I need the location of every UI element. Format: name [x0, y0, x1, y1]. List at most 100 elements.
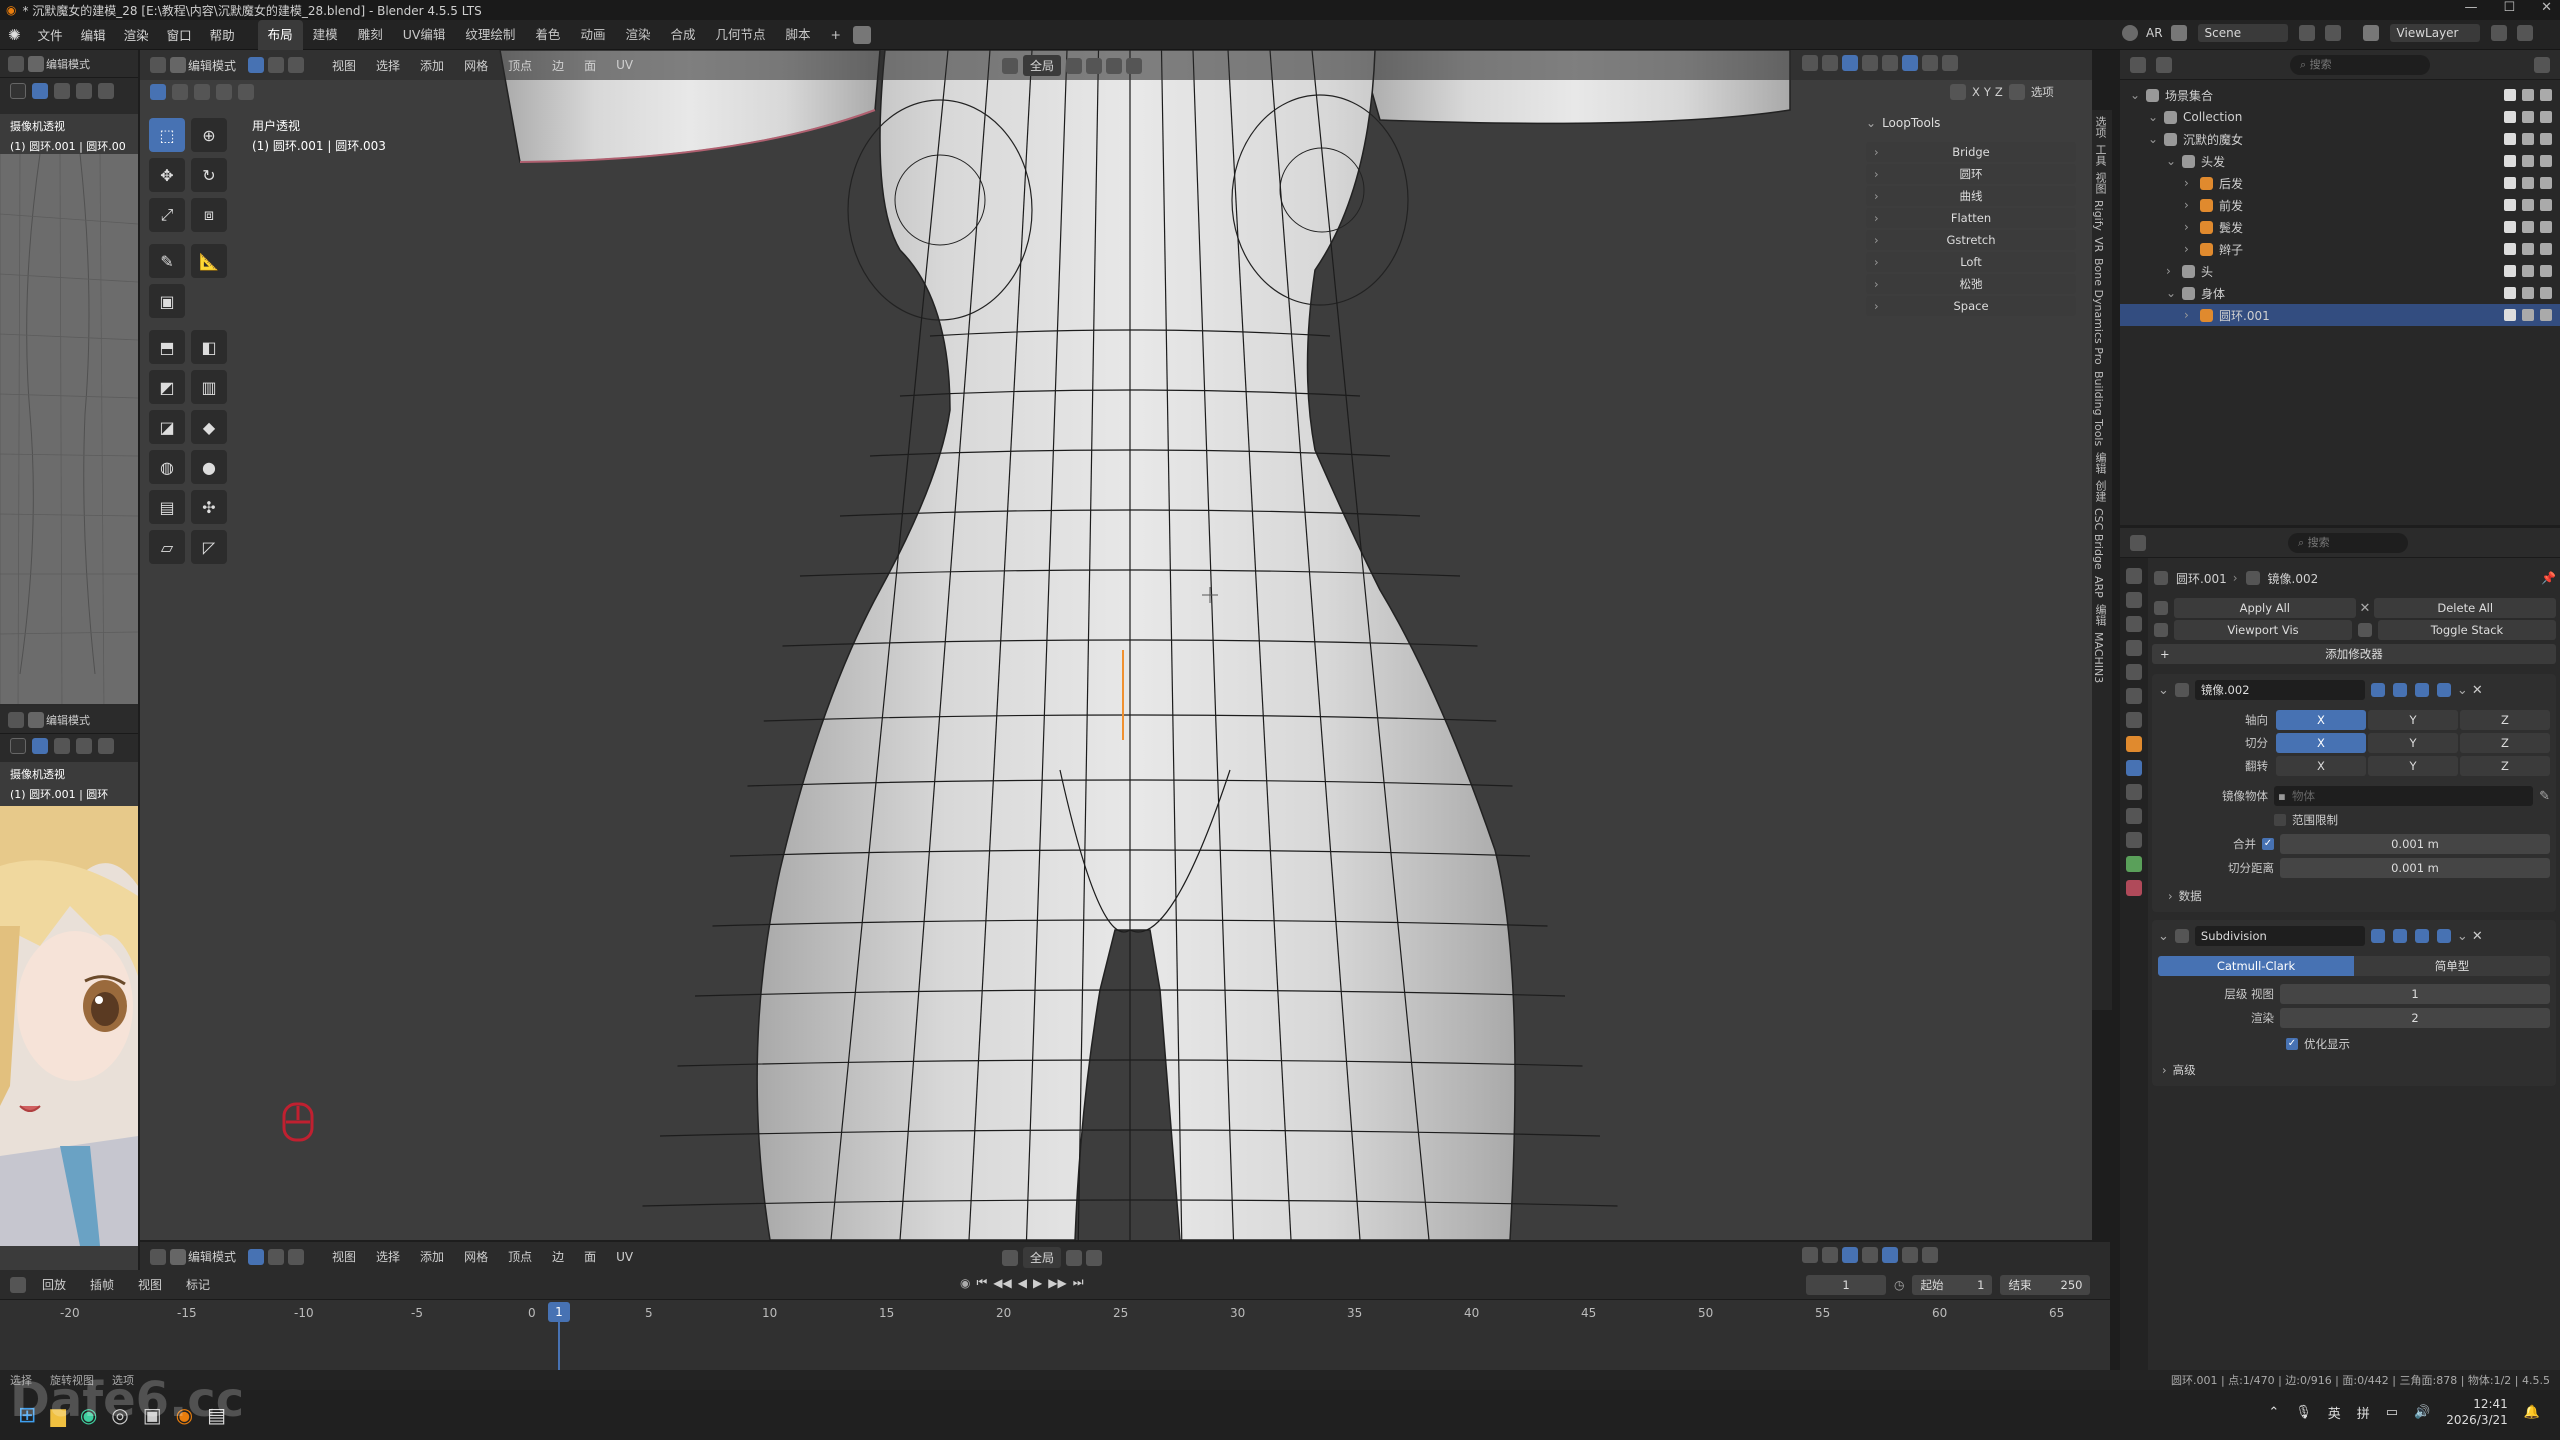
cage-toggle-icon[interactable]	[2392, 683, 2407, 697]
render-camera-icon[interactable]	[2540, 155, 2552, 167]
sidebar-tab-edit[interactable]: 编辑	[2092, 452, 2108, 474]
volume-icon[interactable]: 🔊	[2414, 1405, 2430, 1420]
delete-all-button[interactable]: Delete All	[2374, 598, 2556, 618]
menu-face[interactable]: 面	[574, 57, 606, 74]
menu-render[interactable]: 渲染	[115, 25, 158, 44]
vertex-mode-icon[interactable]	[32, 83, 48, 99]
pin-icon[interactable]: 📌	[2541, 571, 2556, 585]
looptools-space-button[interactable]: › Space	[1866, 296, 2076, 316]
view-layer-tab-icon[interactable]	[2126, 640, 2142, 656]
apply-all-button[interactable]: Apply All	[2174, 598, 2356, 618]
editor-type-icon[interactable]	[150, 1248, 166, 1265]
cursor-tool[interactable]: ⊕	[191, 118, 227, 152]
mirror-axis-y-toggle[interactable]: Y	[2368, 710, 2458, 730]
editor-type-icon[interactable]	[8, 55, 24, 72]
merge-checkbox[interactable]: ✓	[2262, 838, 2274, 850]
menu-view[interactable]: 视图	[322, 1248, 366, 1265]
sidebar-tab-tool[interactable]: 工具	[2092, 144, 2108, 166]
extend-selection-icon[interactable]	[172, 84, 188, 100]
clock-icon[interactable]: ◷	[1894, 1278, 1904, 1292]
visibility-eye-icon[interactable]	[2522, 199, 2534, 211]
overlay-toggle-icon[interactable]	[1802, 55, 1818, 71]
outliner-row[interactable]: › 辫子	[2120, 238, 2560, 260]
move-tool[interactable]: ✥	[149, 158, 185, 192]
menu-mesh[interactable]: 网格	[454, 1248, 498, 1265]
face-select-icon[interactable]	[288, 1248, 305, 1265]
close-icon[interactable]: ✕	[2472, 683, 2483, 698]
looptools-loft-button[interactable]: › Loft	[1866, 252, 2076, 272]
mode-extra-icon[interactable]	[98, 738, 114, 754]
outliner-row[interactable]: ⌄ 沉默的魔女	[2120, 128, 2560, 150]
menu-vertex[interactable]: 顶点	[498, 1248, 542, 1265]
chevron-icon[interactable]: ›	[2184, 308, 2198, 322]
chevron-down-icon[interactable]: ⌄	[2457, 929, 2468, 944]
pivot-icon[interactable]	[1066, 57, 1083, 74]
left-bottom-viewport[interactable]: 摄像机透视 (1) 圆环.001 | 圆环	[0, 762, 138, 1282]
transform-orientation-selector[interactable]: 全局	[1023, 55, 1062, 76]
edit-mode-toggle-icon[interactable]	[2392, 929, 2407, 943]
render-shading-icon[interactable]	[1942, 55, 1958, 71]
render-camera-icon[interactable]	[2540, 89, 2552, 101]
menu-uv[interactable]: UV	[606, 58, 643, 72]
viewport-vis-button[interactable]: Viewport Vis	[2174, 620, 2352, 640]
menu-edit[interactable]: 编辑	[72, 25, 115, 44]
on-cage-toggle-icon[interactable]	[2370, 929, 2385, 943]
mode-extra-icon[interactable]	[98, 83, 114, 99]
exclude-checkbox[interactable]	[2504, 265, 2516, 277]
vertex-mode-icon[interactable]	[32, 738, 48, 754]
mirror-axis-x-toggle[interactable]: X	[2276, 733, 2366, 753]
jump-end-icon[interactable]: ⏭	[1073, 1275, 1084, 1290]
chevron-icon[interactable]: ›	[2184, 220, 2198, 234]
new-scene-icon[interactable]	[2298, 25, 2315, 41]
solid-shading-icon[interactable]	[1882, 1247, 1898, 1263]
display-mode-icon[interactable]	[2156, 56, 2172, 73]
levels-viewport-field[interactable]: 1	[2280, 984, 2550, 1004]
optimal-display-checkbox[interactable]: ✓	[2286, 1038, 2298, 1050]
scene-selector[interactable]: Scene	[2197, 24, 2288, 42]
menu-add[interactable]: 添加	[410, 1248, 454, 1265]
outliner-search-input[interactable]: ⌕ 搜索	[2290, 54, 2430, 75]
menu-file[interactable]: 文件	[29, 25, 72, 44]
tool-tab-icon[interactable]	[2126, 568, 2142, 584]
modifier-tab-icon[interactable]	[2126, 760, 2142, 776]
start-frame-field[interactable]: 起始 1	[1912, 1275, 1993, 1295]
solid-shading-icon[interactable]	[1902, 55, 1918, 71]
chevron-icon[interactable]: ⌄	[2130, 88, 2144, 102]
menu-vertex[interactable]: 顶点	[498, 57, 542, 74]
delete-viewlayer-icon[interactable]	[2516, 25, 2533, 41]
menu-edge[interactable]: 边	[542, 57, 574, 74]
menu-add[interactable]: 添加	[410, 57, 454, 74]
chevron-icon[interactable]: ›	[2184, 242, 2198, 256]
chevron-down-icon[interactable]: ⌄	[2457, 683, 2468, 698]
measure-tool[interactable]: 📐	[191, 244, 227, 278]
ime-mode[interactable]: 拼	[2357, 1403, 2370, 1422]
mirror-axis-x-toggle[interactable]: X	[2276, 756, 2366, 776]
chevron-icon[interactable]: ›	[2184, 198, 2198, 212]
intersect-selection-icon[interactable]	[238, 84, 254, 100]
subdivision-advanced-subpanel[interactable]: › 高级	[2158, 1062, 2550, 1078]
menu-select[interactable]: 选择	[366, 57, 410, 74]
bevel-tool[interactable]: ◩	[149, 370, 185, 404]
add-cube-tool[interactable]: ▣	[149, 284, 185, 318]
select-box-tool[interactable]: ⬚	[149, 118, 185, 152]
workspace-tab-shading[interactable]: 着色	[525, 20, 570, 50]
editor-type-icon[interactable]	[150, 57, 166, 73]
subdivision-modifier-name-field[interactable]: Subdivision	[2194, 926, 2365, 946]
left-bottom-mode[interactable]: 编辑模式	[46, 712, 90, 728]
chevron-down-icon[interactable]: ⌄	[2158, 683, 2169, 698]
editor-type-icon[interactable]	[2130, 56, 2146, 73]
clock[interactable]: 12:41 2026/3/21	[2446, 1396, 2508, 1428]
sidebar-tab-arp[interactable]: ARP	[2092, 576, 2105, 598]
chevron-icon[interactable]: ›	[2166, 264, 2180, 278]
sidebar-tab-edit-2[interactable]: 编辑	[2092, 604, 2108, 626]
timeline-ruler[interactable]: -20 -15 -10 -5 0 5 10 15 20 25 30 35 40 45 50 55 60 65 1	[0, 1300, 2110, 1380]
render-tab-icon[interactable]	[2126, 592, 2142, 608]
play-icon[interactable]: ▶	[1033, 1276, 1042, 1290]
sidebar-tab-create[interactable]: 创建	[2092, 480, 2108, 502]
workspace-tab-modeling[interactable]: 建模	[303, 20, 348, 50]
physics-tab-icon[interactable]	[2126, 808, 2142, 824]
outliner-row[interactable]: ⌄ 头发	[2120, 150, 2560, 172]
sidebar-tab-machin3[interactable]: MACHIN3	[2092, 632, 2105, 683]
tray-chevron-icon[interactable]: ⌃	[2268, 1405, 2279, 1420]
mirror-axis-y-toggle[interactable]: Y	[2368, 733, 2458, 753]
